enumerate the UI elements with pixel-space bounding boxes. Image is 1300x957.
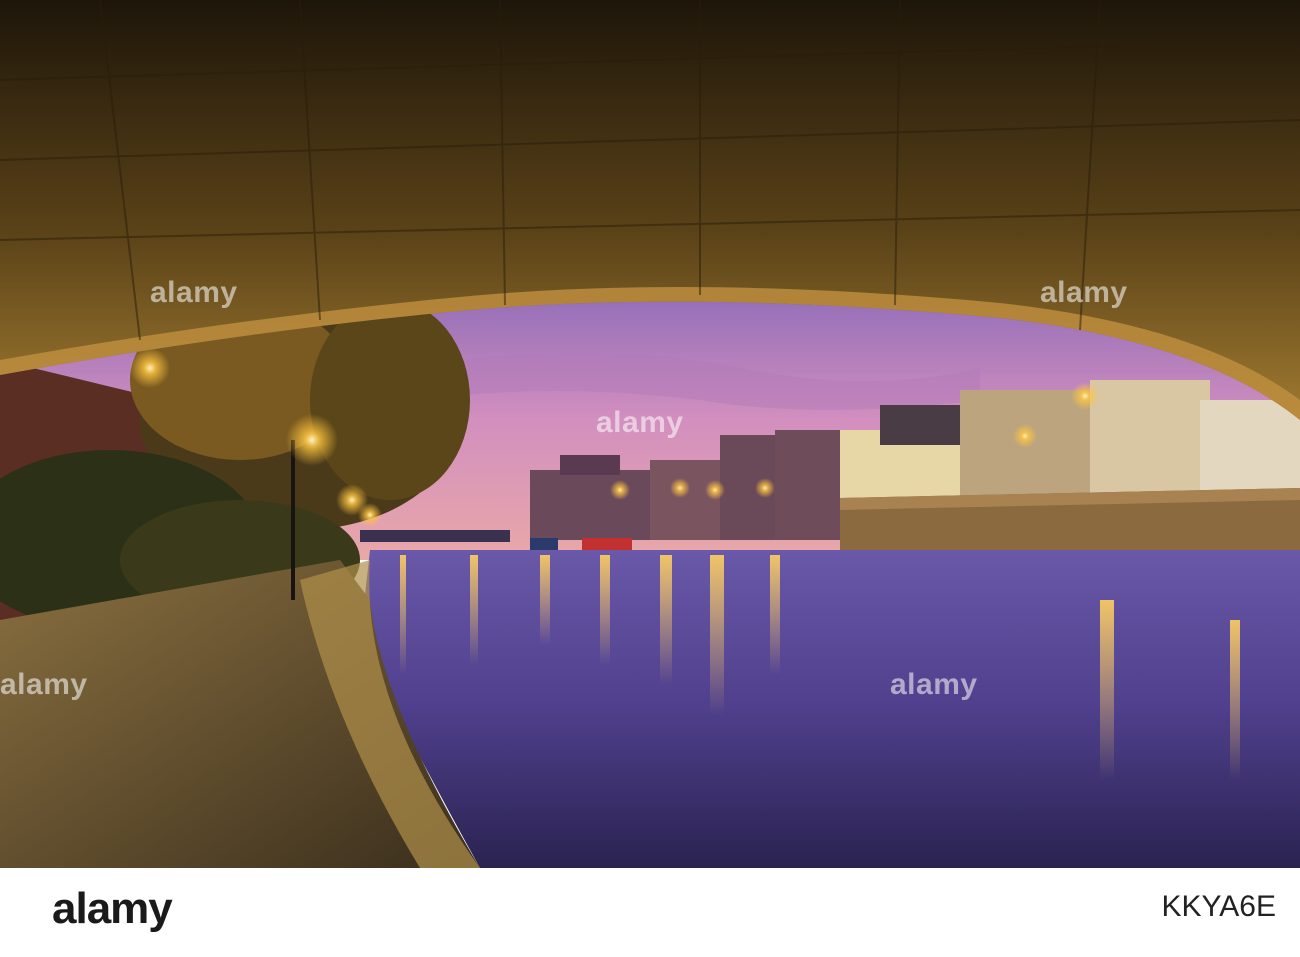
watermark: alamy	[0, 668, 88, 701]
river-water	[360, 550, 1300, 868]
watermark: alamy	[596, 406, 684, 439]
alamy-logo: alamy	[52, 884, 173, 933]
watermark: alamy	[1040, 276, 1128, 309]
stock-photo: alamy alamy alamy alamy alamy	[0, 0, 1300, 868]
stock-photo-page: alamy alamy alamy alamy alamy alamy KKYA…	[0, 0, 1300, 957]
footer-bar: alamy KKYA6E	[0, 868, 1300, 957]
watermark: alamy	[150, 276, 238, 309]
distant-bridge	[360, 530, 510, 542]
watermark: alamy	[890, 668, 978, 701]
image-id: KKYA6E	[1161, 890, 1276, 923]
